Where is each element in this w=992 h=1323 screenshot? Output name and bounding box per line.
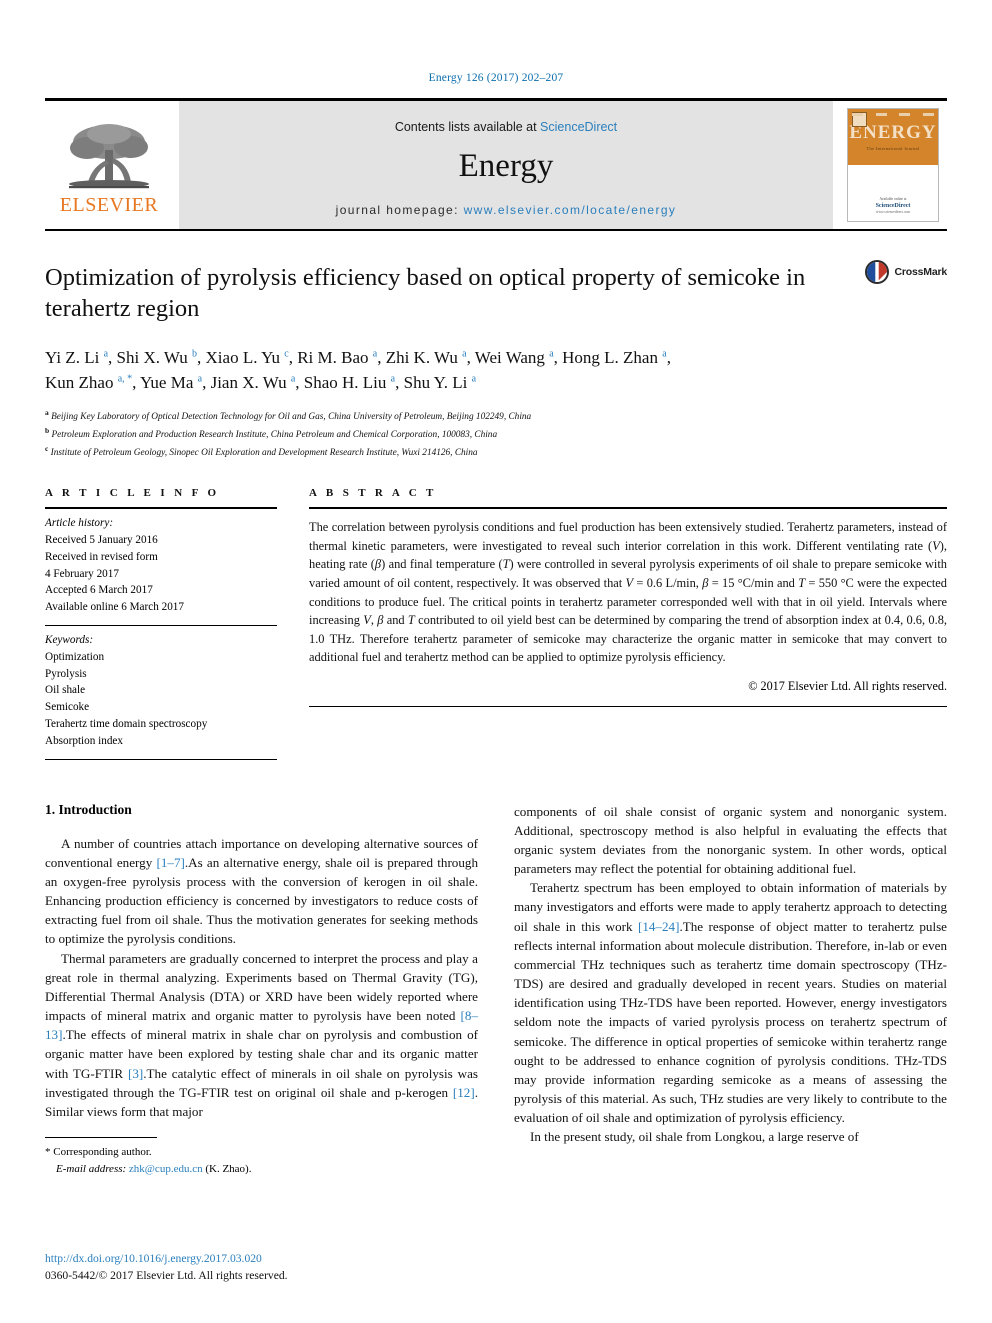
article-info-bottom-rule xyxy=(45,758,277,760)
footnote-text: * Corresponding author. E-mail address: … xyxy=(45,1144,335,1178)
article-info-heading: A R T I C L E I N F O xyxy=(45,487,220,500)
cover-top-band: ENERGY The International Journal xyxy=(848,109,938,165)
author-list: Yi Z. Li a, Shi X. Wu b, Xiao L. Yu c, R… xyxy=(45,345,845,396)
abstract-bottom-rule xyxy=(309,706,947,708)
keywords-block: Keywords: Optimization Pyrolysis Oil sha… xyxy=(45,626,277,759)
history-item: 4 February 2017 xyxy=(45,567,119,580)
journal-homepage-link[interactable]: www.elsevier.com/locate/energy xyxy=(464,203,677,217)
history-item: Available online 6 March 2017 xyxy=(45,601,184,614)
history-item: Received in revised form xyxy=(45,550,158,563)
contents-available-prefix: Contents lists available at xyxy=(394,119,541,134)
cover-available-at: Available online at xyxy=(879,197,907,201)
article-page: Energy 126 (2017) 202–207 ELSEVIER Conte… xyxy=(0,0,992,1323)
journal-cover-thumbnail: ENERGY The International Journal Availab… xyxy=(839,101,947,229)
affiliation-text: Petroleum Exploration and Production Res… xyxy=(51,429,498,440)
sciencedirect-link[interactable]: ScienceDirect xyxy=(540,120,617,134)
cover-card: ENERGY The International Journal Availab… xyxy=(847,108,939,222)
affiliation-list: a Beijing Key Laboratory of Optical Dete… xyxy=(45,407,947,461)
keyword-item: Oil shale xyxy=(45,684,86,697)
footnote-star-marker: * xyxy=(45,1146,51,1159)
crossmark-label: CrossMark xyxy=(894,266,948,278)
affiliation-text: Beijing Key Laboratory of Optical Detect… xyxy=(51,411,532,422)
cover-sciencedirect-url: www.sciencedirect.com xyxy=(875,210,911,214)
article-history-label: Article history: xyxy=(45,517,114,530)
info-abstract-row: A R T I C L E I N F O Article history: R… xyxy=(45,487,947,760)
crossmark-icon xyxy=(864,260,889,284)
footer-doi-block: http://dx.doi.org/10.1016/j.energy.2017.… xyxy=(45,1251,288,1285)
affiliation-item: a Beijing Key Laboratory of Optical Dete… xyxy=(45,407,947,425)
abstract-column: A B S T R A C T The correlation between … xyxy=(309,487,947,759)
footnote-email-label: E-mail address: xyxy=(56,1163,127,1176)
issn-copyright-line: 0360-5442/© 2017 Elsevier Ltd. All right… xyxy=(45,1269,288,1283)
footnote-corresponding-label: Corresponding author. xyxy=(53,1146,152,1159)
body-columns: 1. Introduction A number of countries at… xyxy=(45,802,947,1179)
abstract-copyright: © 2017 Elsevier Ltd. All rights reserved… xyxy=(748,679,947,694)
keyword-item: Absorption index xyxy=(45,734,123,747)
contents-available-line: Contents lists available at ScienceDirec… xyxy=(395,120,617,134)
keyword-item: Semicoke xyxy=(45,701,90,714)
cover-sciencedirect-label: ScienceDirect xyxy=(875,203,911,209)
body-right-column: components of oil shale consist of organ… xyxy=(514,802,947,1179)
affiliation-mark: a xyxy=(45,407,49,417)
footnote-rule xyxy=(45,1137,157,1139)
paragraph: Terahertz spectrum has been employed to … xyxy=(514,880,947,1126)
keyword-item: Optimization xyxy=(45,650,105,663)
elsevier-logo: ELSEVIER xyxy=(45,101,173,229)
title-block: Optimization of pyrolysis efficiency bas… xyxy=(45,260,947,325)
section-heading-introduction: 1. Introduction xyxy=(45,801,132,817)
affiliation-item: b Petroleum Exploration and Production R… xyxy=(45,425,947,443)
page-title: Optimization of pyrolysis efficiency bas… xyxy=(45,264,806,322)
corresponding-author-footnote: * Corresponding author. E-mail address: … xyxy=(45,1137,335,1178)
crossmark-badge[interactable]: CrossMark xyxy=(864,259,947,285)
abstract-text: The correlation between pyrolysis condit… xyxy=(309,520,948,665)
body-left-column: 1. Introduction A number of countries at… xyxy=(45,802,478,1179)
article-history-block: Article history: Received 5 January 2016… xyxy=(45,509,277,625)
article-info-column: A R T I C L E I N F O Article history: R… xyxy=(45,487,277,760)
history-item: Accepted 6 March 2017 xyxy=(45,584,153,597)
author-line-2: Kun Zhao a, *, Yue Ma a, Jian X. Wu a, S… xyxy=(45,373,477,393)
author-line-1: Yi Z. Li a, Shi X. Wu b, Xiao L. Yu c, R… xyxy=(45,347,671,367)
elsevier-wordmark: ELSEVIER xyxy=(59,193,159,216)
running-head: Energy 126 (2017) 202–207 xyxy=(428,72,564,84)
cover-decorative-ticks xyxy=(848,113,938,116)
journal-title: Energy xyxy=(458,147,554,184)
elsevier-tree-icon xyxy=(69,123,149,188)
keyword-item: Terahertz time domain spectroscopy xyxy=(45,717,208,730)
journal-masthead: ELSEVIER Contents lists available at Sci… xyxy=(45,98,947,231)
corresponding-author-email-link[interactable]: zhk@cup.edu.cn xyxy=(129,1163,203,1175)
affiliation-mark: c xyxy=(45,444,49,453)
footnote-corresponding-line: * Corresponding author. xyxy=(45,1144,335,1161)
cover-journal-subtitle: The International Journal xyxy=(866,146,920,151)
masthead-center-panel: Contents lists available at ScienceDirec… xyxy=(179,101,833,229)
affiliation-text: Institute of Petroleum Geology, Sinopec … xyxy=(50,448,478,459)
footnote-email-owner: (K. Zhao). xyxy=(205,1163,252,1176)
paragraph: components of oil shale consist of organ… xyxy=(514,803,947,877)
keyword-item: Pyrolysis xyxy=(45,667,87,680)
affiliation-item: c Institute of Petroleum Geology, Sinope… xyxy=(45,443,947,461)
keywords-label: Keywords: xyxy=(45,633,94,646)
doi-link[interactable]: http://dx.doi.org/10.1016/j.energy.2017.… xyxy=(45,1251,288,1268)
footnote-email-line: E-mail address: zhk@cup.edu.cn (K. Zhao)… xyxy=(45,1161,335,1178)
journal-homepage-line: journal homepage: www.elsevier.com/locat… xyxy=(336,203,677,217)
affiliation-mark: b xyxy=(45,425,50,435)
paragraph: Thermal parameters are gradually concern… xyxy=(45,950,478,1119)
cover-bottom-area: Available online at ScienceDirect www.sc… xyxy=(848,165,938,221)
paragraph: In the present study, oil shale from Lon… xyxy=(530,1129,859,1145)
paragraph: A number of countries attach importance … xyxy=(45,835,478,947)
history-item: Received 5 January 2016 xyxy=(45,533,158,546)
abstract-heading: A B S T R A C T xyxy=(309,487,437,500)
homepage-prefix: journal homepage: xyxy=(335,202,464,217)
